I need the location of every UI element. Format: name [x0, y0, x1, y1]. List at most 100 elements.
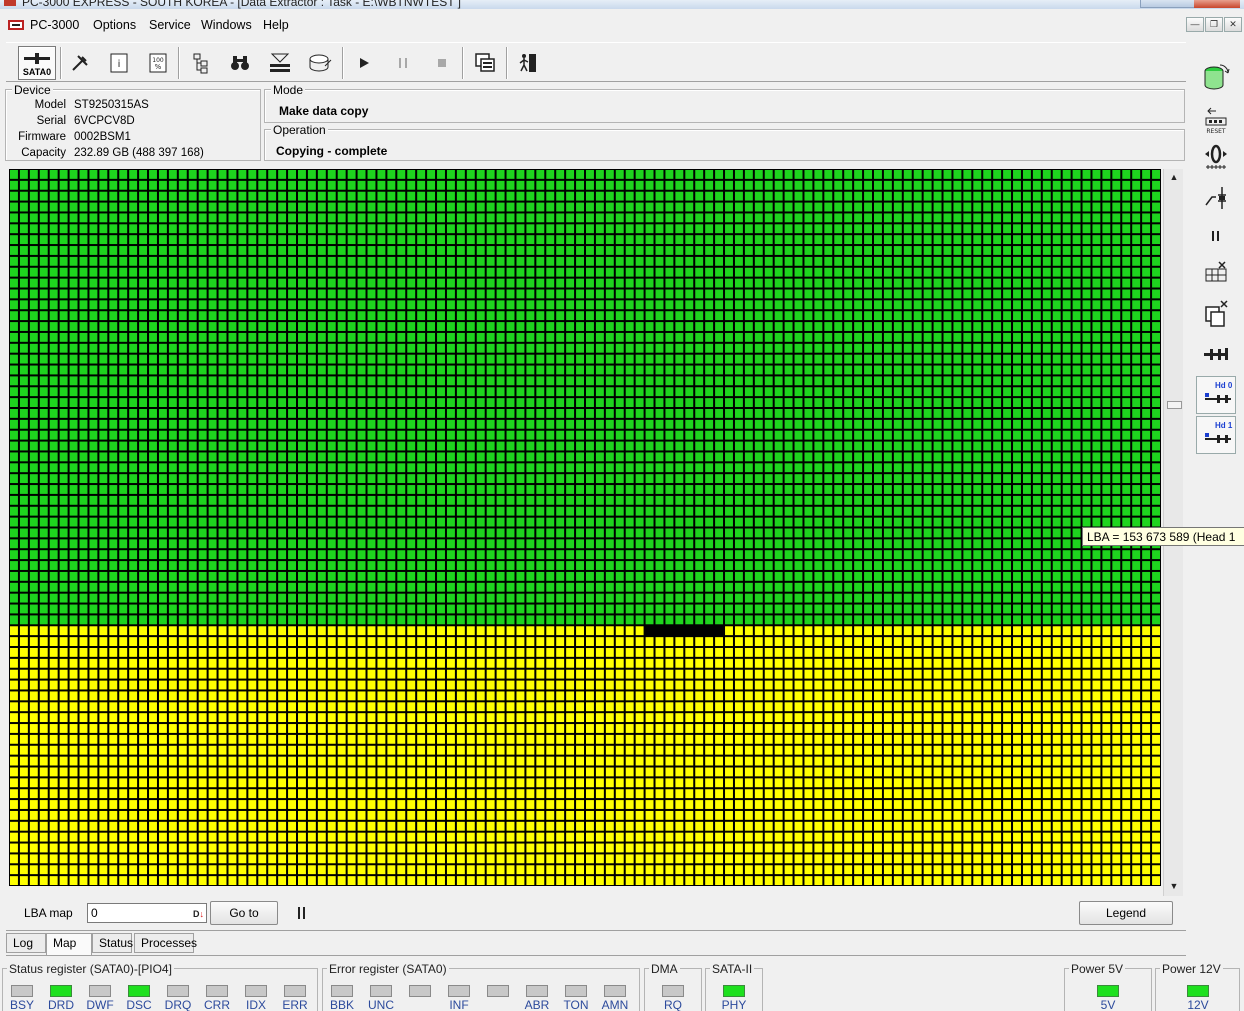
lba-block: [397, 582, 406, 592]
lba-block: [456, 626, 465, 636]
lba-block: [675, 441, 684, 451]
lba-block: [546, 419, 555, 429]
lba-block: [804, 365, 813, 375]
percent-button[interactable]: 100%: [141, 46, 175, 80]
menu-help[interactable]: Help: [259, 17, 293, 33]
lba-block: [1062, 311, 1071, 321]
compare-button[interactable]: [263, 46, 297, 80]
mdi-restore-button[interactable]: ❐: [1205, 17, 1223, 32]
lba-block: [1072, 332, 1081, 342]
mdi-close-button[interactable]: ✕: [1224, 17, 1242, 32]
lba-block: [19, 485, 28, 494]
tools-button[interactable]: [63, 46, 97, 80]
window-close-button[interactable]: [1194, 0, 1240, 8]
lba-block: [466, 311, 475, 321]
lba-block: [705, 506, 714, 516]
lba-block: [546, 180, 555, 190]
lba-block: [864, 441, 872, 451]
lba-block: [188, 311, 197, 321]
lba-block: [218, 474, 227, 484]
lba-block: [228, 267, 237, 277]
passport-button[interactable]: i: [102, 46, 136, 80]
lba-block: [903, 506, 912, 516]
lba-block: [437, 365, 445, 375]
lba-block: [675, 180, 684, 190]
copy-window-button[interactable]: [468, 46, 502, 80]
lba-block: [1052, 561, 1061, 570]
pause-button[interactable]: [386, 46, 420, 80]
lba-block: [129, 550, 138, 560]
lba-block: [645, 332, 654, 342]
lba-block: [1013, 571, 1021, 581]
lba-block: [188, 213, 197, 223]
lba-block: [983, 604, 992, 614]
lba-block: [923, 452, 932, 462]
lba-block: [973, 343, 982, 353]
lba-block: [953, 322, 962, 331]
lba-block: [476, 365, 485, 375]
exit-button[interactable]: [511, 46, 545, 80]
lba-block: [298, 430, 306, 440]
stop-button[interactable]: [425, 46, 459, 80]
tree-button[interactable]: [184, 46, 218, 80]
lba-block: [307, 213, 316, 223]
lba-block: [675, 430, 684, 440]
lba-block: [625, 474, 634, 484]
lba-block: [446, 311, 455, 321]
lba-block: [248, 235, 257, 245]
menu-service[interactable]: Service: [145, 17, 195, 33]
lba-block: [158, 561, 167, 570]
lba-block: [99, 191, 108, 201]
lba-block: [595, 506, 604, 516]
lba-block: [1013, 419, 1021, 429]
lba-block: [993, 582, 1002, 592]
menu-windows[interactable]: Windows: [197, 17, 256, 33]
lba-block: [854, 485, 863, 494]
lba-block: [178, 582, 187, 592]
lba-map-grid[interactable]: [9, 169, 1161, 886]
lba-block: [1152, 604, 1160, 614]
lba-block: [49, 419, 58, 429]
lba-block: [248, 191, 257, 201]
lba-block: [337, 398, 346, 407]
lba-block: [834, 246, 843, 255]
lba-block: [1072, 615, 1081, 625]
lba-block: [158, 398, 167, 407]
search-button[interactable]: [223, 46, 257, 80]
start-button[interactable]: [347, 46, 381, 80]
lba-block: [963, 528, 972, 538]
lba-block: [367, 191, 376, 201]
lba-block: [764, 582, 773, 592]
lba-block: [943, 604, 952, 614]
lba-block: [1022, 246, 1031, 255]
lba-block: [397, 550, 406, 560]
mdi-minimize-button[interactable]: —: [1186, 17, 1204, 32]
lba-block: [427, 528, 436, 538]
lba-block: [883, 213, 892, 223]
lba-block: [715, 289, 724, 299]
lba-block: [248, 517, 257, 527]
lba-block: [973, 582, 982, 592]
lba-block: [983, 561, 992, 570]
lba-block: [446, 213, 455, 223]
lba-block: [367, 430, 376, 440]
lba-block: [1022, 539, 1031, 549]
lba-map[interactable]: [9, 169, 1161, 886]
lba-block: [794, 409, 803, 418]
lba-block: [784, 354, 793, 364]
lba-block: [109, 300, 118, 310]
lba-block: [506, 267, 515, 277]
disk-button[interactable]: [303, 46, 337, 80]
lba-block: [973, 376, 982, 386]
lba-block: [1072, 322, 1081, 331]
sata0-port-button[interactable]: SATA0: [18, 46, 56, 80]
lba-block: [188, 441, 197, 451]
menu-app[interactable]: PC-3000: [26, 17, 83, 33]
pc3000-logo-icon[interactable]: [8, 18, 24, 32]
lba-block: [1102, 517, 1111, 527]
lba-block: [883, 180, 892, 190]
lba-block: [466, 441, 475, 451]
lba-block: [158, 430, 167, 440]
lba-block: [854, 517, 863, 527]
menu-options[interactable]: Options: [89, 17, 140, 33]
